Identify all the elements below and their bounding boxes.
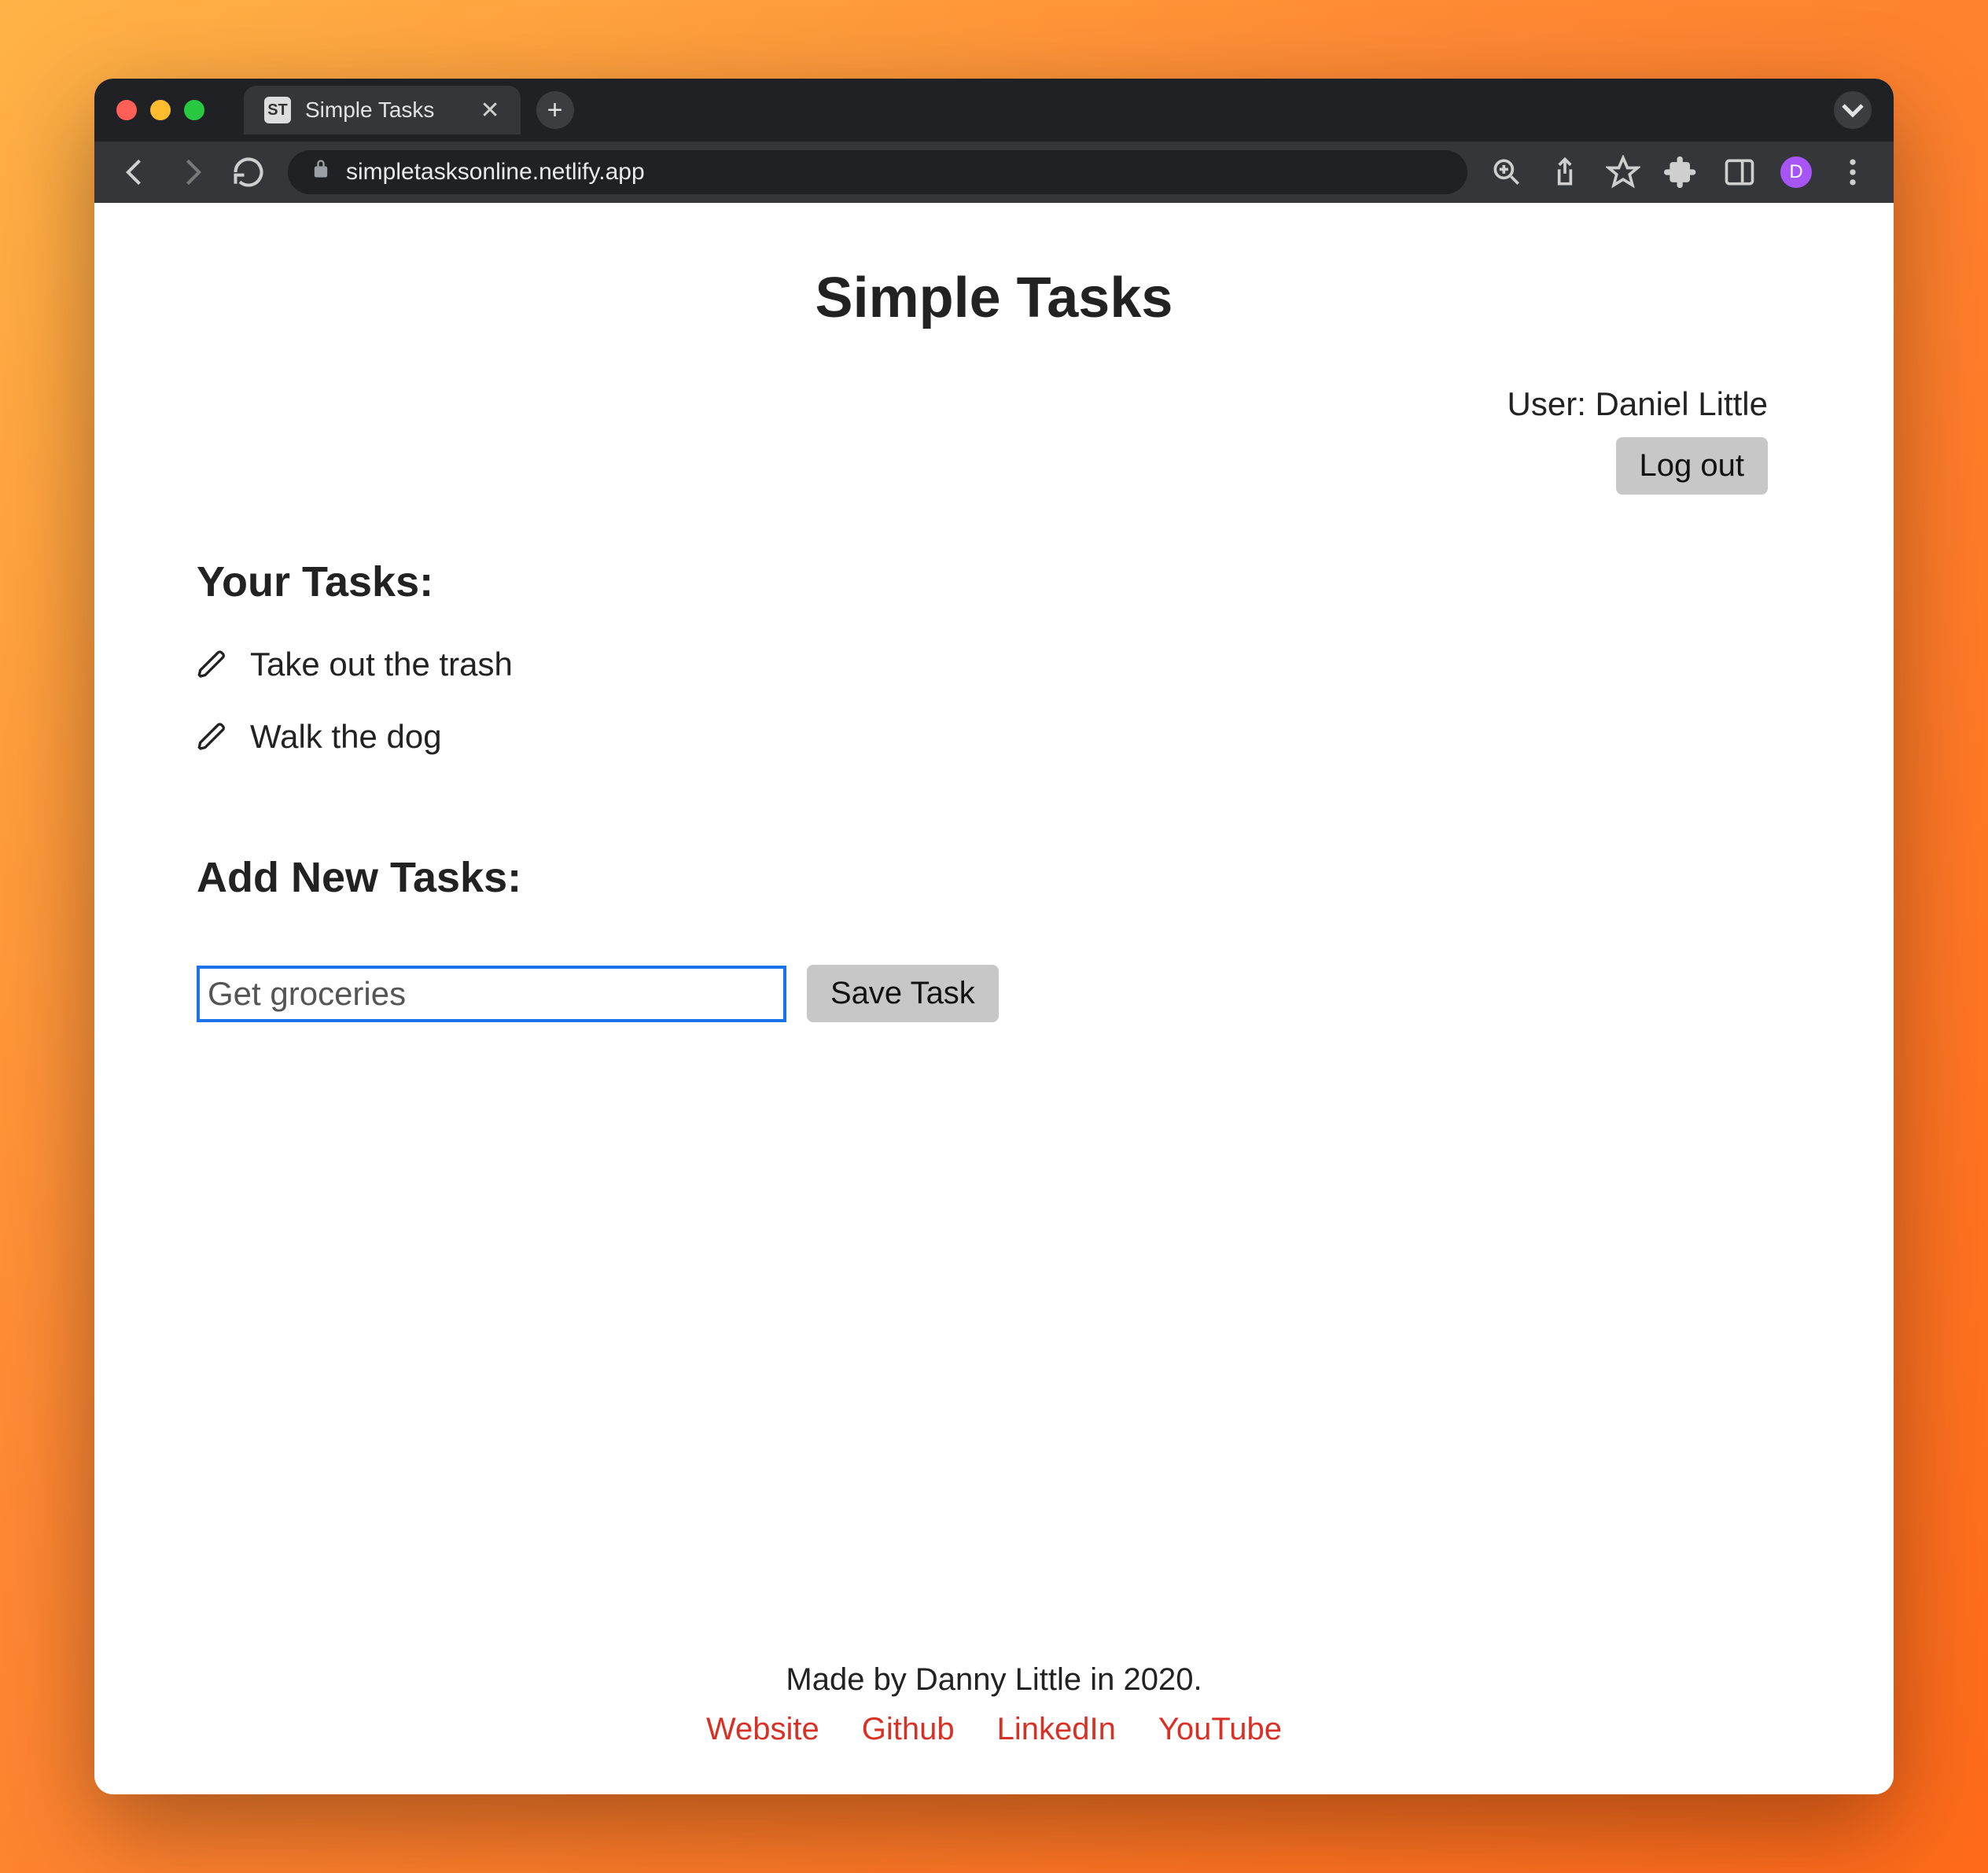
kebab-menu-icon[interactable] <box>1835 155 1870 190</box>
user-line: User: Daniel Little <box>1508 385 1768 423</box>
task-row: Take out the trash <box>197 646 1791 683</box>
user-name: Daniel Little <box>1596 385 1768 422</box>
browser-tab[interactable]: ST Simple Tasks ✕ <box>244 86 521 134</box>
sidepanel-icon[interactable] <box>1722 155 1757 190</box>
add-tasks-heading: Add New Tasks: <box>197 853 1791 902</box>
new-tab-button[interactable]: + <box>536 91 574 129</box>
edit-icon[interactable] <box>197 649 228 680</box>
back-button[interactable] <box>118 155 153 190</box>
window-fullscreen-button[interactable] <box>184 100 204 120</box>
tab-bar: ST Simple Tasks ✕ + <box>94 79 1894 142</box>
tab-favicon: ST <box>264 97 291 123</box>
window-minimize-button[interactable] <box>150 100 171 120</box>
footer: Made by Danny Little in 2020. Website Gi… <box>94 1662 1894 1794</box>
tab-title: Simple Tasks <box>305 98 434 123</box>
new-task-input[interactable] <box>197 966 786 1022</box>
save-task-button[interactable]: Save Task <box>807 965 999 1022</box>
window-controls <box>116 100 204 120</box>
tab-close-icon[interactable]: ✕ <box>480 97 499 124</box>
avatar-initial: D <box>1789 161 1802 183</box>
window-close-button[interactable] <box>116 100 137 120</box>
user-label: User: <box>1508 385 1596 422</box>
your-tasks-heading: Your Tasks: <box>197 557 1791 606</box>
share-icon[interactable] <box>1548 155 1582 190</box>
address-bar-row: simpletasksonline.netlify.app D <box>94 142 1894 203</box>
footer-link-github[interactable]: Github <box>862 1712 955 1747</box>
user-block: User: Daniel Little Log out <box>1508 385 1768 495</box>
page-content: Simple Tasks User: Daniel Little Log out… <box>94 203 1894 1662</box>
footer-link-youtube[interactable]: YouTube <box>1158 1712 1282 1747</box>
profile-avatar[interactable]: D <box>1780 156 1812 188</box>
url-text: simpletasksonline.netlify.app <box>346 159 645 186</box>
browser-window: ST Simple Tasks ✕ + simpletasksonline.ne… <box>94 79 1894 1794</box>
task-row: Walk the dog <box>197 718 1791 756</box>
viewport: Simple Tasks User: Daniel Little Log out… <box>94 203 1894 1794</box>
forward-button[interactable] <box>175 155 209 190</box>
footer-credit: Made by Danny Little in 2020. <box>94 1662 1894 1698</box>
footer-link-website[interactable]: Website <box>706 1712 819 1747</box>
lock-icon <box>310 158 332 186</box>
app-title: Simple Tasks <box>197 266 1791 330</box>
address-bar[interactable]: simpletasksonline.netlify.app <box>288 150 1467 194</box>
add-task-row: Save Task <box>197 965 1791 1022</box>
task-text: Take out the trash <box>250 646 513 683</box>
edit-icon[interactable] <box>197 721 228 753</box>
logout-button[interactable]: Log out <box>1616 437 1768 495</box>
task-text: Walk the dog <box>250 718 442 756</box>
extensions-icon[interactable] <box>1664 155 1699 190</box>
reload-button[interactable] <box>231 155 266 190</box>
bookmark-star-icon[interactable] <box>1606 155 1640 190</box>
footer-link-linkedin[interactable]: LinkedIn <box>997 1712 1116 1747</box>
footer-links: Website Github LinkedIn YouTube <box>94 1712 1894 1747</box>
zoom-icon[interactable] <box>1489 155 1524 190</box>
toolbar-right: D <box>1489 155 1870 190</box>
task-list: Take out the trash Walk the dog <box>197 646 1791 790</box>
tabs-dropdown-button[interactable] <box>1834 91 1872 129</box>
